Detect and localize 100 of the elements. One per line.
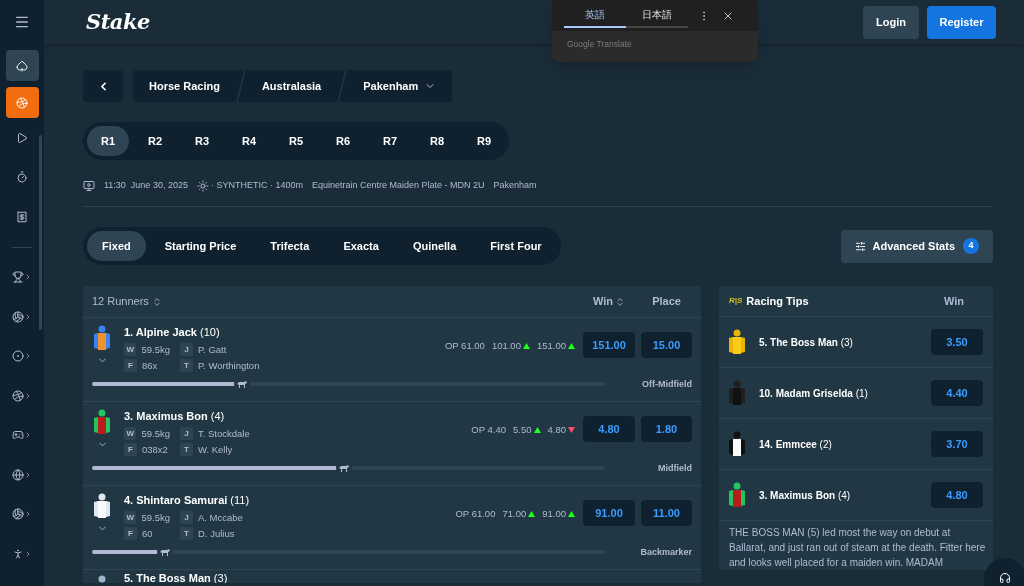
chevron-icon (24, 470, 32, 479)
tips-title: Racing Tips (746, 293, 809, 309)
odds-button[interactable]: 91.00 (583, 500, 635, 526)
stat-label: J (180, 343, 193, 357)
stat-label: W (124, 511, 137, 525)
gamepad-icon (12, 429, 24, 442)
bet-type-tab[interactable]: Exacta (328, 231, 394, 261)
form-text: 86x (142, 358, 158, 373)
race-tab[interactable]: R2 (134, 126, 176, 156)
stat-label: F (124, 359, 137, 373)
jockey-text: A. Mccabe (198, 510, 243, 525)
stat-label: F (124, 527, 137, 541)
chevron-icon (24, 312, 32, 321)
odds-button[interactable]: 4.40 (931, 380, 983, 406)
chevron-icon (24, 549, 32, 558)
jockey-text: T. Stockdale (198, 426, 250, 441)
sort-icon (615, 296, 626, 307)
race-tab[interactable]: R7 (369, 126, 411, 156)
runner-name: 14. Emmcee (2) (759, 437, 832, 452)
breadcrumb-link[interactable]: Australasia (245, 70, 338, 102)
breadcrumb-link[interactable]: Horse Racing (133, 70, 236, 102)
globe-icon (12, 468, 24, 481)
price-text: OP 61.00 (444, 339, 485, 353)
bet-type-tab[interactable]: First Four (475, 231, 557, 261)
language-tab[interactable]: 英語 (564, 3, 626, 28)
odds-button[interactable]: 11.00 (641, 500, 692, 526)
tips-logo: R|S (729, 295, 743, 307)
stat-label: T (180, 527, 193, 541)
price-text: 4.80 (547, 423, 566, 437)
figure-icon (12, 547, 24, 560)
form-text: 60 (142, 526, 153, 541)
runner-name: 5. The Boss Man (3) (759, 335, 853, 350)
stat-label: F (124, 443, 137, 457)
sliders-icon (855, 240, 867, 252)
price-text: 71.00 (502, 507, 527, 521)
jockey-text: P. Gatt (198, 342, 227, 357)
race-tab[interactable]: R1 (87, 126, 129, 156)
track-info: · SYNTHETIC · 1400m (210, 179, 303, 193)
sun-icon (196, 180, 209, 192)
stat-label: T (180, 359, 193, 373)
breadcrumb-link[interactable]: Pakenham (347, 70, 453, 102)
headset-icon (999, 572, 1011, 584)
chevron-icon (24, 273, 32, 282)
odds-button[interactable]: 4.80 (583, 416, 635, 442)
trophy-icon (12, 271, 24, 284)
language-tab[interactable]: 日本語 (626, 3, 688, 28)
race-tab[interactable]: R9 (463, 126, 505, 156)
column-header: Win (943, 293, 964, 309)
runners-count[interactable]: 12 Runners (92, 293, 162, 310)
race-date: June 30, 2025 (130, 179, 188, 193)
runner-name: 3. Maximus Bon (4) (124, 409, 226, 424)
price-text: OP 4.40 (471, 423, 506, 437)
position-label: Midfield (658, 461, 692, 475)
odds-button[interactable]: 3.70 (931, 431, 983, 457)
odds-button[interactable]: 4.80 (931, 482, 983, 508)
bet-type-tab[interactable]: Fixed (87, 231, 146, 261)
stopwatch-icon (16, 171, 28, 184)
weight-text: 59.5kg (141, 342, 170, 357)
odds-button[interactable]: 15.00 (641, 332, 692, 358)
chevron-icon (24, 391, 32, 400)
odds-button[interactable]: 3.50 (931, 329, 983, 355)
advanced-stats-button[interactable]: Advanced Stats 4 (841, 229, 993, 263)
odds-button[interactable]: 151.00 (583, 332, 635, 358)
trainer-text: W. Kelly (198, 442, 233, 457)
stat-label: J (180, 511, 193, 525)
register-button[interactable]: Register (927, 5, 996, 39)
sidebar-tile[interactable] (5, 87, 39, 118)
tip-text: THE BOSS MAN (5) led most the way on debut at Ballarat, and just ran out of steam at the death. Fitter here and looks well placed for a maiden win. MADAM (728, 526, 987, 570)
race-tab[interactable]: R5 (275, 126, 317, 156)
logo[interactable]: Stake (86, 6, 150, 38)
bet-type-tab[interactable]: Trifecta (255, 231, 325, 261)
price-text: 91.00 (542, 507, 566, 521)
runner-name: 1. Alpine Jack (10) (124, 325, 221, 340)
weight-text: 59.5kg (141, 510, 170, 525)
form-text: 038x2 (142, 442, 168, 457)
stat-label: W (124, 427, 137, 441)
login-button[interactable]: Login (863, 5, 919, 39)
price-text: 5.50 (513, 423, 532, 437)
weight-text: 59.5kg (141, 426, 170, 441)
stat-label: W (124, 343, 137, 357)
bet-type-tab[interactable]: Starting Price (149, 231, 252, 261)
column-header[interactable]: Win (583, 293, 635, 310)
race-tab[interactable]: R6 (322, 126, 364, 156)
odds-button[interactable]: 1.80 (641, 416, 692, 442)
video-icon[interactable] (83, 180, 95, 192)
runner-name: 4. Shintaro Samurai (11) (124, 493, 251, 508)
chevron-icon (24, 431, 32, 440)
position-label: Backmarker (640, 545, 692, 559)
stat-label: J (180, 427, 193, 441)
runner-name: 3. Maximus Bon (4) (759, 488, 851, 503)
race-tab[interactable]: R3 (181, 126, 223, 156)
menu-icon[interactable] (14, 14, 30, 30)
venue-text: Pakenham (493, 179, 537, 193)
trainer-text: D. Julius (198, 526, 235, 541)
bet-type-tab[interactable]: Quinella (397, 231, 472, 261)
price-text: 101.00 (491, 339, 521, 353)
race-tab[interactable]: R8 (416, 126, 458, 156)
sidebar-tile[interactable] (5, 50, 39, 81)
column-header: Place (651, 294, 682, 310)
race-tab[interactable]: R4 (228, 126, 270, 156)
